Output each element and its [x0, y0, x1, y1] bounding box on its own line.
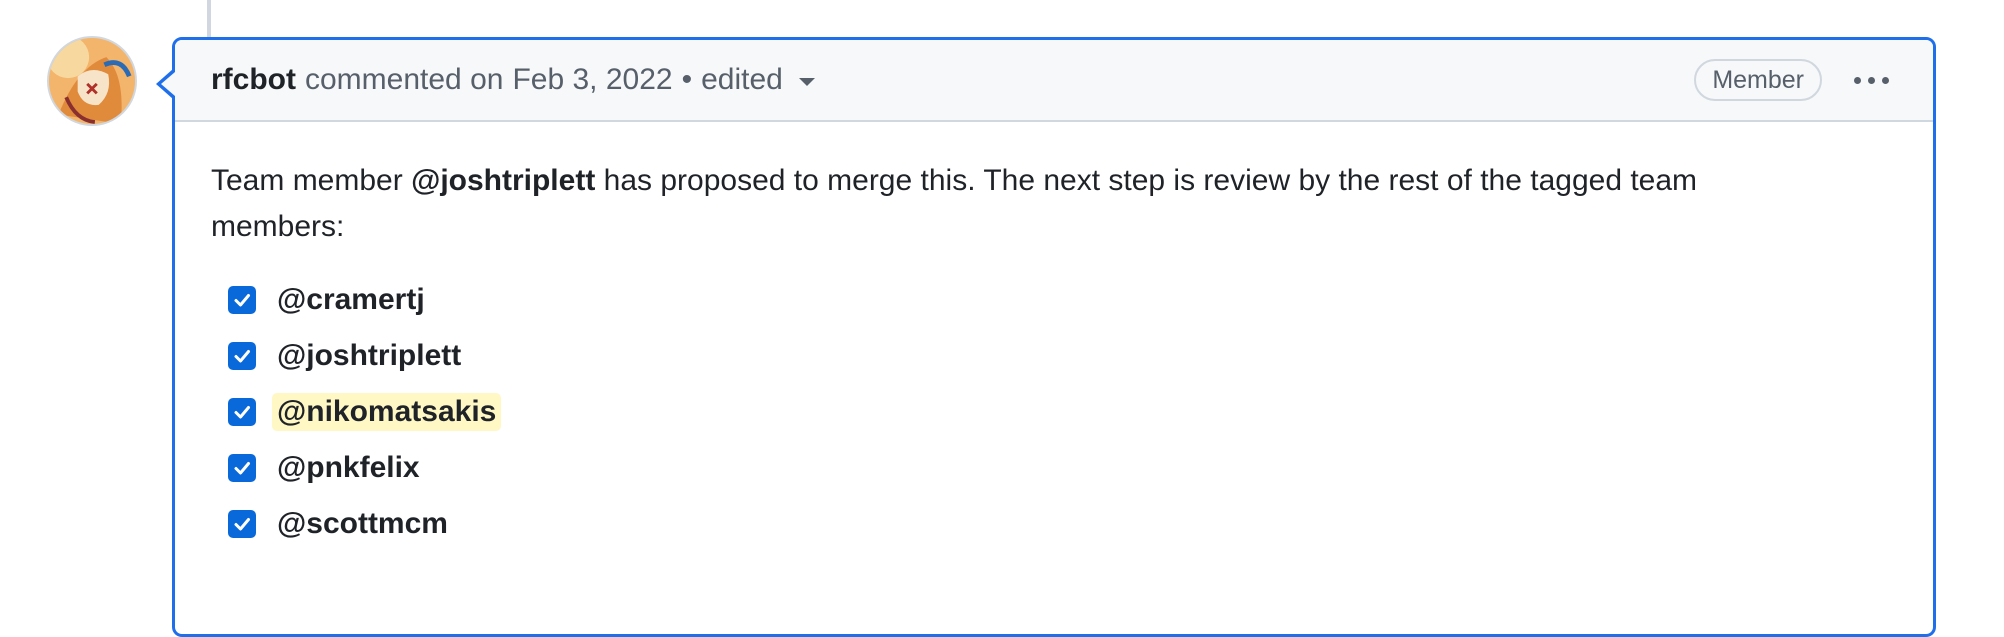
body-text-part1: Team member: [211, 164, 412, 197]
avatar-image: [49, 38, 135, 124]
checkmark-icon: [234, 294, 250, 307]
comment-header: rfcbot commented on Feb 3, 2022 • edited…: [175, 40, 1933, 122]
comment-text: Team member @joshtriplett has proposed t…: [211, 158, 1831, 250]
checkmark-icon: [234, 462, 250, 475]
checkbox-checked[interactable]: [228, 398, 256, 426]
reviewer-mention[interactable]: @joshtriplett: [272, 337, 466, 375]
edited-label: edited: [701, 63, 783, 96]
kebab-horizontal-icon[interactable]: [1848, 71, 1895, 90]
comment-caret-fill: [161, 72, 175, 96]
separator-dot: •: [681, 63, 693, 96]
checkbox-checked[interactable]: [228, 510, 256, 538]
list-item: @joshtriplett: [228, 328, 1897, 384]
comment-action: commented on: [305, 63, 504, 96]
reviewer-mention[interactable]: @pnkfelix: [272, 449, 425, 487]
checkbox-checked[interactable]: [228, 286, 256, 314]
reviewer-checklist: @cramertj @joshtriplett @nikomatsakis @p…: [211, 272, 1897, 552]
chevron-down-icon: [798, 78, 815, 86]
checkmark-icon: [234, 406, 250, 419]
avatar[interactable]: [47, 36, 137, 126]
reviewer-mention[interactable]: @cramertj: [272, 281, 430, 319]
edited-dropdown[interactable]: edited: [701, 63, 815, 97]
list-item: @scottmcm: [228, 496, 1897, 552]
reviewer-mention[interactable]: @scottmcm: [272, 505, 453, 543]
list-item: @cramertj: [228, 272, 1897, 328]
list-item: @pnkfelix: [228, 440, 1897, 496]
author-link[interactable]: rfcbot: [211, 63, 296, 97]
list-item: @nikomatsakis: [228, 384, 1897, 440]
mention-proposer[interactable]: @joshtriplett: [411, 164, 595, 197]
checkbox-checked[interactable]: [228, 342, 256, 370]
comment-body: Team member @joshtriplett has proposed t…: [175, 122, 1933, 552]
checkmark-icon: [234, 518, 250, 531]
member-badge: Member: [1694, 59, 1822, 101]
comment-box: rfcbot commented on Feb 3, 2022 • edited…: [172, 37, 1936, 637]
comment-date[interactable]: Feb 3, 2022: [512, 63, 672, 97]
checkmark-icon: [234, 350, 250, 363]
reviewer-mention-highlighted[interactable]: @nikomatsakis: [272, 393, 502, 431]
checkbox-checked[interactable]: [228, 454, 256, 482]
timeline-connector: [207, 0, 211, 40]
